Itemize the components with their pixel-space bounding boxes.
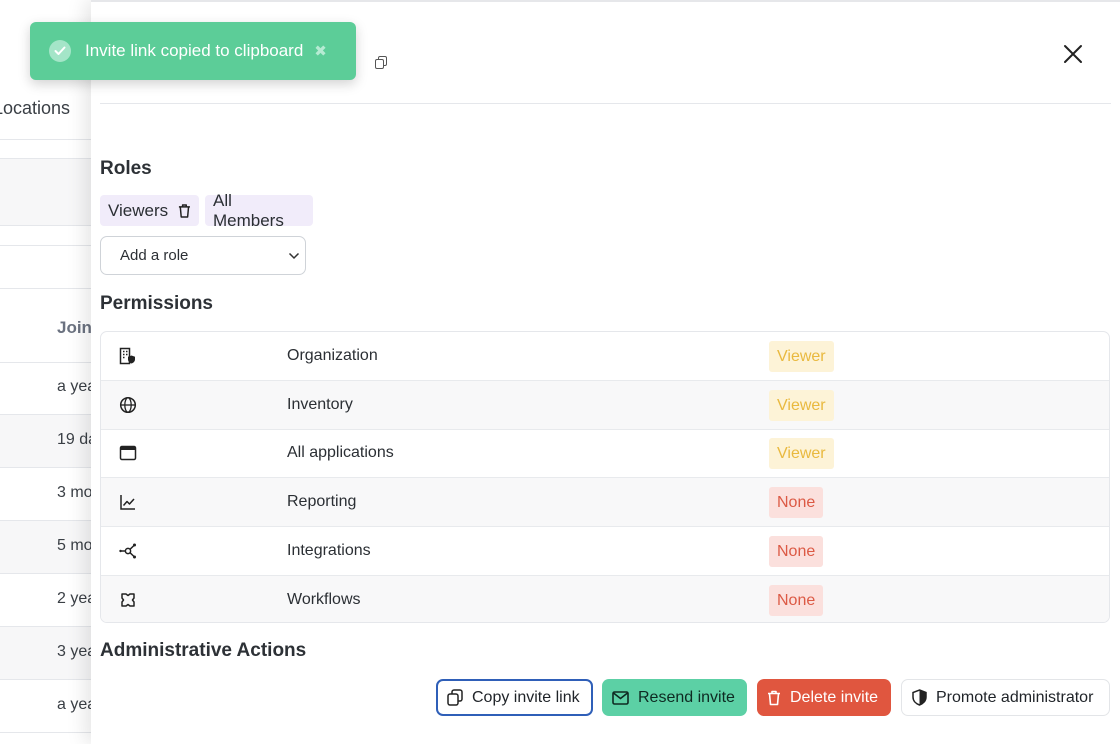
- divider: [0, 225, 91, 226]
- add-role-value: Add a role: [120, 247, 189, 264]
- shield-icon: [912, 689, 927, 706]
- check-circle-icon: [49, 40, 71, 62]
- permission-row-integrations: Integrations None: [101, 527, 1109, 576]
- copy-invite-link-label: Copy invite link: [472, 688, 580, 706]
- permission-name: Inventory: [287, 396, 353, 413]
- success-toast: Invite link copied to clipboard ✖: [30, 22, 356, 80]
- permission-row-reporting: Reporting None: [101, 478, 1109, 527]
- permission-level-badge[interactable]: None: [769, 536, 824, 567]
- divider: [0, 732, 91, 733]
- background-band: [0, 158, 91, 225]
- promote-administrator-button[interactable]: Promote administrator: [901, 679, 1110, 716]
- delete-invite-button[interactable]: Delete invite: [757, 679, 891, 716]
- joined-cell: a year ago: [57, 378, 91, 395]
- divider: [0, 139, 91, 140]
- divider: [0, 245, 91, 246]
- divider: [0, 679, 91, 680]
- copy-icon[interactable]: [375, 56, 387, 69]
- invite-details-drawer: Roles Viewers All Members Add a role Per…: [91, 0, 1120, 744]
- globe-icon: [119, 396, 137, 414]
- joined-cell: 3 years ago: [57, 643, 91, 660]
- toast-message: Invite link copied to clipboard: [85, 41, 304, 60]
- permission-row-organization: Organization Viewer: [101, 332, 1109, 381]
- permissions-title: Permissions: [100, 293, 213, 314]
- promote-administrator-label: Promote administrator: [936, 688, 1094, 706]
- column-header-joined[interactable]: Joined: [57, 318, 91, 338]
- divider: [0, 626, 91, 627]
- integrations-icon: [119, 543, 136, 559]
- header-divider: [100, 103, 1111, 104]
- administrative-actions-title: Administrative Actions: [100, 640, 307, 661]
- permission-row-inventory: Inventory Viewer: [101, 381, 1109, 430]
- building-shield-icon: [119, 347, 135, 365]
- role-chip-viewers: Viewers: [100, 195, 199, 226]
- permission-level-badge[interactable]: None: [769, 487, 824, 518]
- joined-cell: a year ago: [57, 696, 91, 713]
- permission-level-badge[interactable]: Viewer: [769, 390, 834, 421]
- role-chip-label: Viewers: [108, 200, 169, 220]
- permission-level-badge[interactable]: Viewer: [769, 341, 834, 372]
- role-chip-label: All Members: [213, 190, 284, 230]
- add-role-select[interactable]: Add a role: [100, 236, 306, 275]
- copy-invite-link-button[interactable]: Copy invite link: [436, 679, 593, 716]
- trash-icon: [768, 690, 780, 705]
- background-page: Locations Joined a year ago 19 days ago …: [0, 0, 91, 742]
- divider: [0, 288, 91, 289]
- joined-cell: 19 days ago: [57, 431, 91, 448]
- roles-title: Roles: [100, 158, 152, 179]
- envelope-icon: [612, 690, 629, 705]
- permission-level-badge[interactable]: Viewer: [769, 438, 834, 469]
- permissions-table: Organization Viewer Inventory Viewer All…: [100, 331, 1110, 623]
- permission-level-badge[interactable]: None: [769, 585, 824, 616]
- delete-invite-label: Delete invite: [790, 688, 879, 706]
- workflows-icon: [121, 593, 135, 607]
- divider: [0, 158, 91, 159]
- joined-cell: 5 months ago: [57, 537, 91, 554]
- resend-invite-label: Resend invite: [638, 688, 735, 706]
- divider: [0, 467, 91, 468]
- permission-row-workflows: Workflows None: [101, 576, 1109, 622]
- permission-name: Integrations: [287, 542, 371, 559]
- joined-cell: 3 months ago: [57, 484, 91, 501]
- permission-name: All applications: [287, 444, 394, 461]
- resend-invite-button[interactable]: Resend invite: [602, 679, 747, 716]
- chevron-down-icon: [288, 252, 300, 260]
- toast-close-icon[interactable]: ✖: [314, 42, 327, 60]
- permission-name: Workflows: [287, 591, 361, 608]
- app-window-icon: [119, 445, 137, 461]
- line-chart-icon: [120, 495, 135, 510]
- copy-icon: [447, 689, 463, 706]
- permission-row-all-applications: All applications Viewer: [101, 429, 1109, 478]
- permission-name: Organization: [287, 347, 378, 364]
- divider: [0, 520, 91, 521]
- role-chip-all-members: All Members: [205, 191, 313, 230]
- permission-name: Reporting: [287, 493, 357, 510]
- divider: [0, 573, 91, 574]
- joined-cell: 2 years ago: [57, 590, 91, 607]
- trash-icon[interactable]: [178, 203, 191, 219]
- close-icon[interactable]: [1061, 42, 1085, 66]
- page-title: Locations: [0, 98, 71, 118]
- divider: [0, 414, 91, 415]
